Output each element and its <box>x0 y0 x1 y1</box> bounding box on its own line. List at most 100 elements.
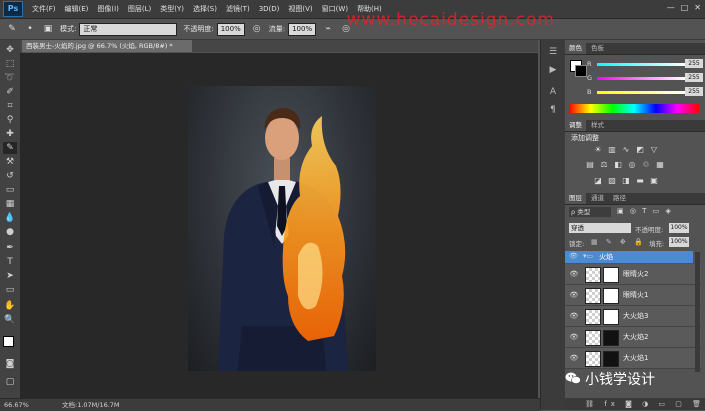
color-lookup-icon[interactable]: ▦ <box>655 160 665 170</box>
brush-panel-icon[interactable]: ▣ <box>42 23 54 35</box>
layers-scrollbar[interactable] <box>695 252 700 372</box>
eye-icon[interactable]: 👁 <box>569 311 579 321</box>
brightness-icon[interactable]: ☀ <box>593 145 603 155</box>
quick-mask-icon[interactable]: ◙ <box>3 358 17 370</box>
healing-icon[interactable]: ✚ <box>3 128 17 140</box>
lasso-icon[interactable]: ➰ <box>3 72 17 84</box>
airbrush-icon[interactable]: ⌁ <box>322 23 334 35</box>
document-info[interactable]: 文档:1.07M/16.7M <box>62 399 120 411</box>
layer-mask-thumbnail[interactable] <box>603 288 619 304</box>
eraser-icon[interactable]: ▭ <box>3 184 17 196</box>
layer-mask-thumbnail[interactable] <box>603 309 619 325</box>
maximize-button[interactable]: □ <box>681 3 689 12</box>
posterize-icon[interactable]: ▨ <box>607 176 617 186</box>
tab-styles[interactable]: 样式 <box>587 120 608 131</box>
opacity-field[interactable]: 100% <box>216 22 245 36</box>
move-icon[interactable]: ✥ <box>3 44 17 56</box>
red-slider[interactable] <box>597 63 685 66</box>
menu-view[interactable]: 视图(V) <box>288 4 312 14</box>
hand-icon[interactable]: ✋ <box>3 300 17 312</box>
channel-mixer-icon[interactable]: ♲ <box>641 160 651 170</box>
history-brush-icon[interactable]: ↺ <box>3 170 17 182</box>
character-panel-icon[interactable]: A <box>547 86 559 98</box>
blur-icon[interactable]: 💧 <box>3 212 17 224</box>
hue-sat-icon[interactable]: ▤ <box>585 160 595 170</box>
levels-icon[interactable]: ▥ <box>607 145 617 155</box>
layer-row[interactable]: 👁 大火焰2 <box>565 327 701 348</box>
eyedropper-icon[interactable]: ⚲ <box>3 114 17 126</box>
eye-icon[interactable]: 👁 <box>569 332 579 342</box>
vibrance-icon[interactable]: ▽ <box>649 145 659 155</box>
brush-icon[interactable]: ✎ <box>3 142 17 154</box>
marquee-icon[interactable]: ⬚ <box>3 58 17 70</box>
layer-mask-thumbnail[interactable] <box>603 351 619 367</box>
dodge-icon[interactable]: ● <box>3 226 17 238</box>
curves-icon[interactable]: ∿ <box>621 145 631 155</box>
eye-icon[interactable]: 👁 <box>569 353 579 363</box>
type-icon[interactable]: T <box>3 256 17 268</box>
menu-image[interactable]: 图像(I) <box>97 4 119 14</box>
gradient-map-icon[interactable]: ▬ <box>635 176 645 186</box>
zoom-icon[interactable]: 🔍 <box>3 314 17 326</box>
tab-layers[interactable]: 图层 <box>565 193 586 204</box>
fill-field[interactable]: 100% <box>669 237 689 247</box>
foreground-color-swatch[interactable] <box>3 336 14 347</box>
exposure-icon[interactable]: ◩ <box>635 145 645 155</box>
shape-icon[interactable]: ▭ <box>3 284 17 296</box>
menu-window[interactable]: 窗口(W) <box>322 4 348 14</box>
color-balance-icon[interactable]: ⚖ <box>599 160 609 170</box>
tab-adjustments[interactable]: 调整 <box>565 120 586 131</box>
menu-type[interactable]: 类型(Y) <box>160 4 184 14</box>
red-value[interactable]: 255 <box>685 59 703 68</box>
layer-row[interactable]: 👁 大火焰3 <box>565 306 701 327</box>
menu-edit[interactable]: 编辑(E) <box>65 4 89 14</box>
flow-field[interactable]: 100% <box>288 22 317 36</box>
selective-color-icon[interactable]: ▣ <box>649 176 659 186</box>
close-button[interactable]: ✕ <box>694 3 701 12</box>
menu-filter[interactable]: 滤镜(T) <box>226 4 250 14</box>
layer-group-row[interactable]: 👁 ▾▭ 火焰 <box>565 251 693 263</box>
pressure-opacity-icon[interactable]: ◎ <box>251 23 263 35</box>
invert-icon[interactable]: ◪ <box>593 176 603 186</box>
paragraph-panel-icon[interactable]: ¶ <box>547 104 559 116</box>
threshold-icon[interactable]: ◨ <box>621 176 631 186</box>
eye-icon[interactable]: 👁 <box>569 252 578 260</box>
tab-swatches[interactable]: 色板 <box>587 43 608 54</box>
menu-3d[interactable]: 3D(D) <box>259 5 280 13</box>
eye-icon[interactable]: 👁 <box>569 269 579 279</box>
photo-filter-icon[interactable]: ◎ <box>627 160 637 170</box>
layer-opacity-field[interactable]: 100% <box>669 223 689 233</box>
layers-footer-icons[interactable]: ⛓ fx ◙ ◑ ▭ ▢ 🗑 <box>565 398 705 410</box>
color-spectrum[interactable] <box>569 104 699 113</box>
quick-select-icon[interactable]: ✐ <box>3 86 17 98</box>
background-swatch[interactable] <box>575 65 587 77</box>
layer-mask-thumbnail[interactable] <box>603 330 619 346</box>
layer-filter-select[interactable]: ρ 类型 <box>569 207 611 217</box>
tab-paths[interactable]: 路径 <box>609 193 630 204</box>
gradient-icon[interactable]: ▦ <box>3 198 17 210</box>
green-value[interactable]: 255 <box>685 73 703 82</box>
minimize-button[interactable]: — <box>667 3 675 12</box>
green-slider[interactable] <box>597 77 685 80</box>
history-panel-icon[interactable]: ☰ <box>547 46 559 58</box>
brush-preset-icon[interactable]: ✎ <box>6 23 18 35</box>
menu-file[interactable]: 文件(F) <box>32 4 56 14</box>
eye-icon[interactable]: 👁 <box>569 290 579 300</box>
actions-panel-icon[interactable]: ▶ <box>547 64 559 76</box>
zoom-level[interactable]: 66.67% <box>4 399 29 411</box>
layer-row[interactable]: 👁 大火焰1 <box>565 348 701 369</box>
mode-select[interactable]: 正常 <box>79 22 178 36</box>
screen-mode-icon[interactable]: ▢ <box>3 376 17 388</box>
layer-filter-icons[interactable]: ▣ ◎ T ▭ ◈ <box>617 207 673 215</box>
document-tab[interactable]: 西装男士-火焰的.jpg @ 66.7% (火焰, RGB/8#) * <box>22 40 192 52</box>
layer-mask-thumbnail[interactable] <box>603 267 619 283</box>
pen-icon[interactable]: ✒ <box>3 242 17 254</box>
stamp-icon[interactable]: ⚒ <box>3 156 17 168</box>
blue-value[interactable]: 255 <box>685 87 703 96</box>
path-select-icon[interactable]: ➤ <box>3 270 17 282</box>
tab-color[interactable]: 颜色 <box>565 43 586 54</box>
crop-icon[interactable]: ⌗ <box>3 100 17 112</box>
blue-slider[interactable] <box>597 91 685 94</box>
document-image[interactable] <box>188 86 376 371</box>
bw-icon[interactable]: ◧ <box>613 160 623 170</box>
